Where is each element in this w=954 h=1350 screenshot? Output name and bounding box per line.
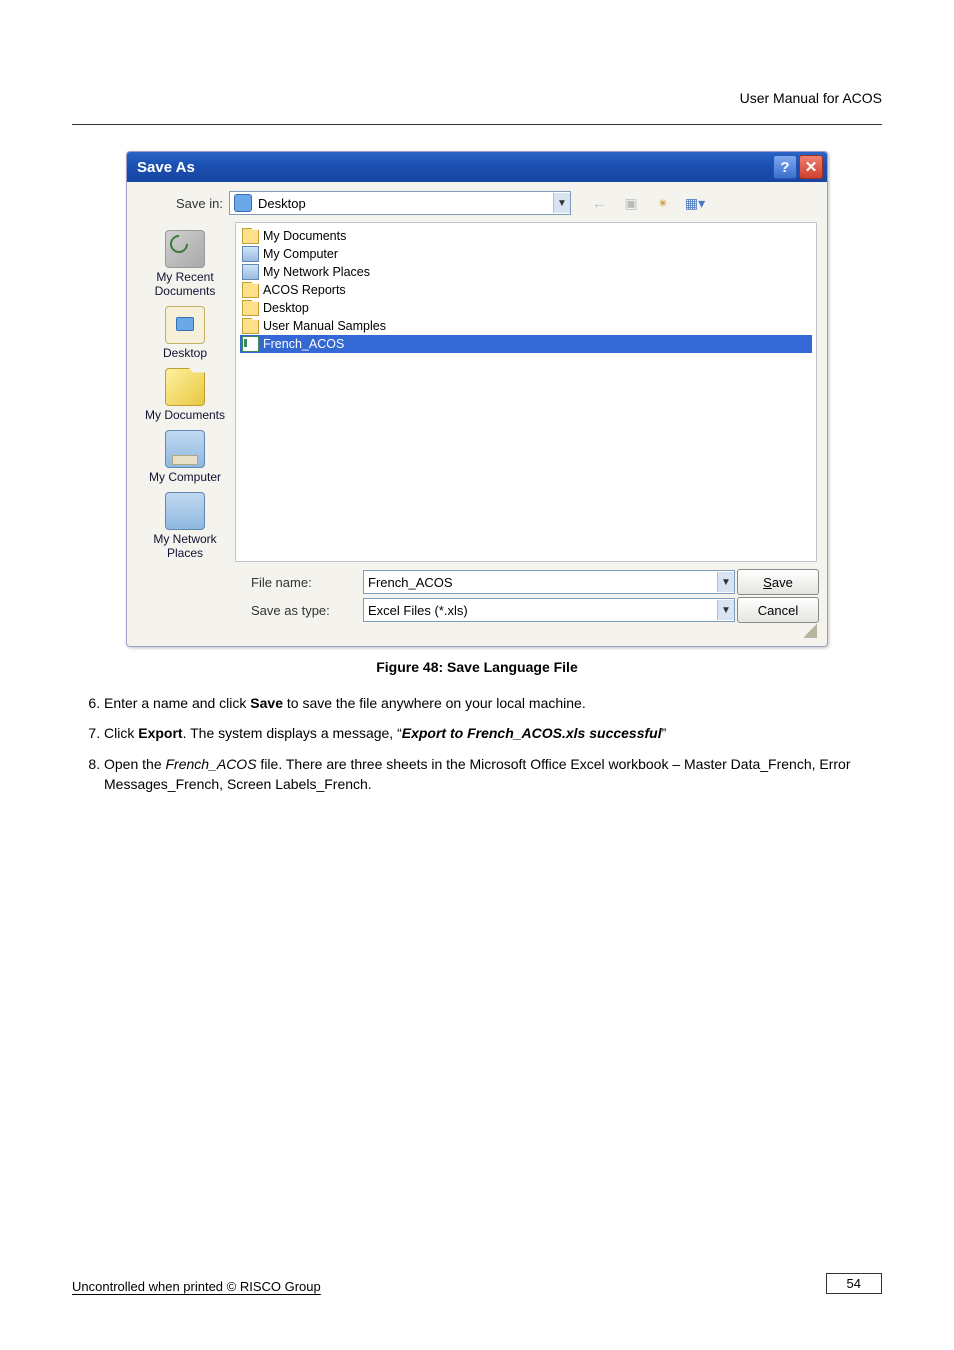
footer-left-text: Uncontrolled when printed © RISCO Group <box>72 1279 321 1294</box>
file-list-item-label: My Network Places <box>263 265 370 279</box>
help-button[interactable]: ? <box>773 155 797 179</box>
header-doc-title: User Manual for ACOS <box>72 86 882 124</box>
computer-icon <box>242 246 259 262</box>
my-computer-icon <box>165 430 205 468</box>
cancel-button[interactable]: Cancel <box>737 597 819 623</box>
file-list-item[interactable]: My Documents <box>240 227 812 245</box>
place-label: My Documents <box>145 408 225 422</box>
file-list-item[interactable]: User Manual Samples <box>240 317 812 335</box>
file-list-item-label: Desktop <box>263 301 309 315</box>
figure-caption: Figure 48: Save Language File <box>72 659 882 675</box>
savein-value: Desktop <box>256 196 553 211</box>
place-label: My Network Places <box>153 532 216 560</box>
place-my-computer[interactable]: My Computer <box>139 426 231 488</box>
dialog-body: Save in: Desktop ▼ ← ▣ ✴ ▦▾ My Re <box>127 182 827 646</box>
chevron-down-icon[interactable]: ▼ <box>717 600 734 620</box>
file-list[interactable]: My Documents My Computer My Network Places… <box>235 222 817 562</box>
chevron-down-icon[interactable]: ▼ <box>717 572 734 592</box>
savein-combobox[interactable]: Desktop ▼ <box>229 191 571 215</box>
filename-combobox[interactable]: French_ACOS ▼ <box>363 570 735 594</box>
savetype-combobox[interactable]: Excel Files (*.xls) ▼ <box>363 598 735 622</box>
my-documents-icon <box>165 368 205 406</box>
desktop-icon <box>234 194 252 212</box>
chevron-down-icon[interactable]: ▼ <box>553 193 570 213</box>
close-button[interactable]: ✕ <box>799 155 823 179</box>
file-list-item[interactable]: My Network Places <box>240 263 812 281</box>
up-one-level-icon[interactable]: ▣ <box>617 190 645 216</box>
file-list-item-label: ACOS Reports <box>263 283 346 297</box>
excelfile-icon <box>242 336 259 352</box>
file-list-item-label: My Documents <box>263 229 346 243</box>
place-desktop[interactable]: Desktop <box>139 302 231 364</box>
folder-icon <box>242 318 259 334</box>
filename-value: French_ACOS <box>364 575 717 590</box>
folder-icon <box>242 282 259 298</box>
instruction-list: Enter a name and click Save to save the … <box>80 693 882 794</box>
dialog-title: Save As <box>137 159 771 176</box>
new-folder-icon[interactable]: ✴ <box>649 190 677 216</box>
file-list-item[interactable]: French_ACOS <box>240 335 812 353</box>
file-list-item-label: User Manual Samples <box>263 319 386 333</box>
save-as-dialog: Save As ? ✕ Save in: Desktop ▼ ← ▣ ✴ ▦▾ <box>126 151 828 647</box>
dialog-titlebar: Save As ? ✕ <box>127 152 827 182</box>
folder-icon <box>242 300 259 316</box>
document-page: User Manual for ACOS Save As ? ✕ Save in… <box>0 0 954 1350</box>
recent-docs-icon <box>165 230 205 268</box>
file-list-item[interactable]: My Computer <box>240 245 812 263</box>
place-label: My Recent Documents <box>155 270 216 298</box>
place-label: My Computer <box>149 470 221 484</box>
place-my-recent-documents[interactable]: My Recent Documents <box>139 226 231 302</box>
page-number: 54 <box>826 1273 882 1294</box>
instruction-step: Open the French_ACOS file. There are thr… <box>104 754 882 795</box>
savetype-value: Excel Files (*.xls) <box>364 603 717 618</box>
back-icon[interactable]: ← <box>585 190 613 216</box>
save-button[interactable]: Save <box>737 569 819 595</box>
savetype-label: Save as type: <box>235 603 363 618</box>
place-my-network-places[interactable]: My Network Places <box>139 488 231 564</box>
place-my-documents[interactable]: My Documents <box>139 364 231 426</box>
page-footer: Uncontrolled when printed © RISCO Group … <box>72 1273 882 1294</box>
places-bar: My Recent Documents Desktop My Documents… <box>135 222 235 562</box>
instruction-step: Click Export. The system displays a mess… <box>104 723 882 743</box>
filename-label: File name: <box>235 575 363 590</box>
file-list-item[interactable]: ACOS Reports <box>240 281 812 299</box>
my-network-places-icon <box>165 492 205 530</box>
views-menu-icon[interactable]: ▦▾ <box>681 190 709 216</box>
sysfolder-icon <box>242 228 259 244</box>
desktop-place-icon <box>165 306 205 344</box>
file-list-item[interactable]: Desktop <box>240 299 812 317</box>
dialog-toolbar: ← ▣ ✴ ▦▾ <box>585 190 709 216</box>
file-list-item-label: My Computer <box>263 247 338 261</box>
place-label: Desktop <box>163 346 207 360</box>
network-icon <box>242 264 259 280</box>
resize-grip-icon[interactable] <box>803 624 817 638</box>
savein-label: Save in: <box>135 196 229 211</box>
file-list-item-label: French_ACOS <box>263 337 344 351</box>
instruction-step: Enter a name and click Save to save the … <box>104 693 882 713</box>
